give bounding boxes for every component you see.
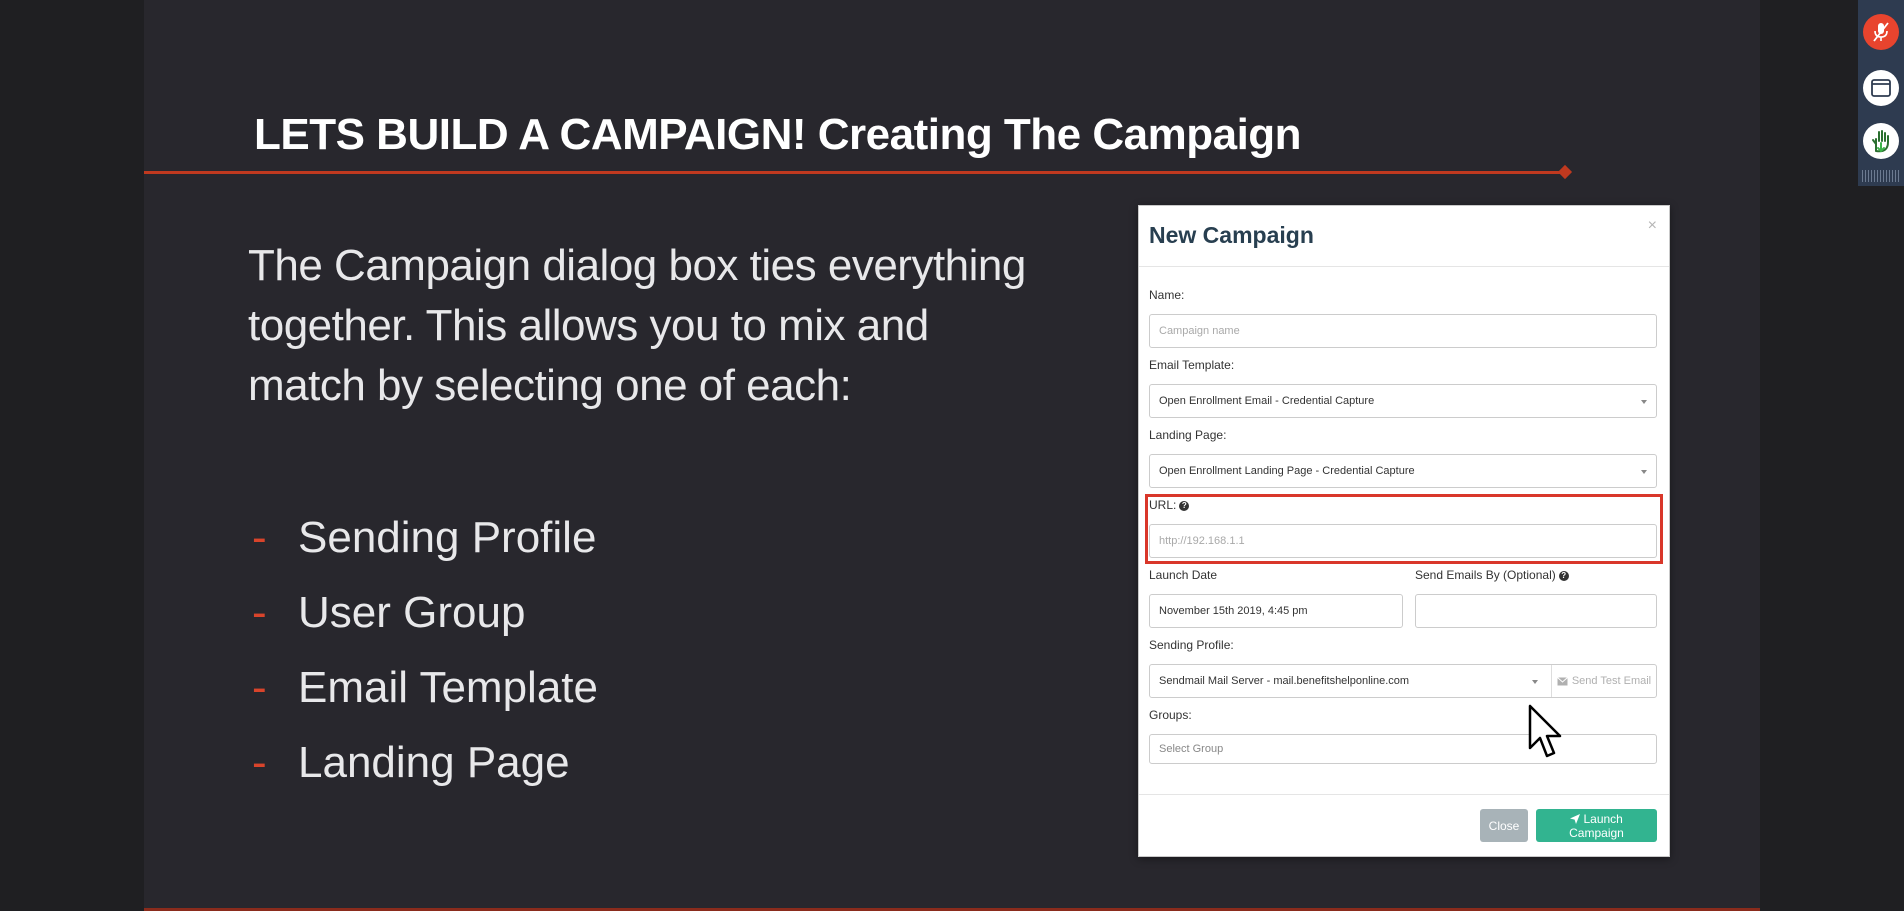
send-by-input[interactable] — [1415, 594, 1657, 628]
close-button[interactable]: Close — [1480, 809, 1528, 842]
sending-profile-select[interactable]: Sendmail Mail Server - mail.benefitshelp… — [1149, 664, 1657, 698]
url-label: URL:? — [1149, 498, 1190, 512]
bullet-text: User Group — [298, 587, 526, 637]
new-campaign-dialog: New Campaign × Name: Campaign name Email… — [1138, 205, 1670, 857]
sending-profile-value: Sendmail Mail Server - mail.benefitshelp… — [1159, 675, 1410, 687]
paper-plane-icon — [1570, 813, 1581, 824]
launch-date-label: Launch Date — [1149, 568, 1218, 582]
email-template-select[interactable]: Open Enrollment Email - Credential Captu… — [1149, 384, 1657, 418]
chevron-down-icon — [1641, 470, 1647, 474]
meeting-toolbar — [1858, 0, 1904, 186]
raise-hand-icon[interactable] — [1863, 123, 1899, 159]
launch-date-input[interactable]: November 15th 2019, 4:45 pm — [1149, 594, 1403, 628]
url-placeholder: http://192.168.1.1 — [1159, 535, 1245, 547]
title-divider-end — [1557, 164, 1573, 180]
help-icon[interactable]: ? — [1558, 570, 1569, 581]
bullet-list: - Sending Profile - User Group - Email Temp… — [252, 500, 598, 800]
send-test-email-label: Send Test Email — [1571, 675, 1652, 687]
list-item: - Sending Profile — [252, 500, 598, 575]
send-by-label: Send Emails By (Optional)? — [1415, 568, 1569, 582]
send-by-label-text: Send Emails By (Optional) — [1415, 568, 1556, 582]
mouse-pointer-icon — [1528, 704, 1562, 758]
title-divider — [144, 171, 1568, 174]
list-item: - User Group — [252, 575, 598, 650]
dialog-header: New Campaign × — [1139, 206, 1669, 267]
bullet-text: Sending Profile — [298, 512, 597, 562]
list-item: - Landing Page — [252, 725, 598, 800]
toolbar-drag-handle[interactable] — [1862, 170, 1900, 182]
url-input[interactable]: http://192.168.1.1 — [1149, 524, 1657, 558]
email-template-label: Email Template: — [1149, 358, 1235, 372]
dialog-title: New Campaign — [1149, 222, 1314, 248]
mic-muted-icon[interactable] — [1863, 14, 1899, 50]
dialog-footer: Close Launch Campaign — [1139, 794, 1669, 857]
bullet-text: Landing Page — [298, 737, 570, 787]
bullet-dash: - — [252, 662, 267, 712]
launch-campaign-button[interactable]: Launch Campaign — [1536, 809, 1657, 842]
groups-select[interactable]: Select Group — [1149, 734, 1657, 764]
email-template-value: Open Enrollment Email - Credential Captu… — [1159, 395, 1375, 407]
list-item: - Email Template — [252, 650, 598, 725]
slide-intro-text: The Campaign dialog box ties everything … — [248, 241, 1026, 410]
launch-date-value: November 15th 2019, 4:45 pm — [1159, 605, 1308, 617]
envelope-icon — [1557, 676, 1568, 685]
campaign-name-input[interactable]: Campaign name — [1149, 314, 1657, 348]
slide-title: LETS BUILD A CAMPAIGN! Creating The Camp… — [254, 110, 1302, 159]
landing-page-label: Landing Page: — [1149, 428, 1227, 442]
window-icon[interactable] — [1863, 70, 1899, 106]
campaign-name-placeholder: Campaign name — [1159, 325, 1240, 337]
groups-label: Groups: — [1149, 708, 1192, 722]
chevron-down-icon — [1532, 680, 1538, 684]
help-icon[interactable]: ? — [1179, 500, 1190, 511]
chevron-down-icon — [1641, 400, 1647, 404]
bullet-dash: - — [252, 737, 267, 787]
url-label-text: URL: — [1149, 498, 1177, 512]
close-icon[interactable]: × — [1648, 217, 1657, 235]
groups-placeholder: Select Group — [1159, 743, 1224, 755]
landing-page-select[interactable]: Open Enrollment Landing Page - Credentia… — [1149, 454, 1657, 488]
landing-page-value: Open Enrollment Landing Page - Credentia… — [1159, 465, 1415, 477]
bullet-dash: - — [252, 512, 267, 562]
sending-profile-label: Sending Profile: — [1149, 638, 1234, 652]
bullet-dash: - — [252, 587, 267, 637]
send-test-email-button[interactable]: Send Test Email — [1551, 665, 1656, 697]
bullet-text: Email Template — [298, 662, 598, 712]
name-label: Name: — [1149, 288, 1185, 302]
